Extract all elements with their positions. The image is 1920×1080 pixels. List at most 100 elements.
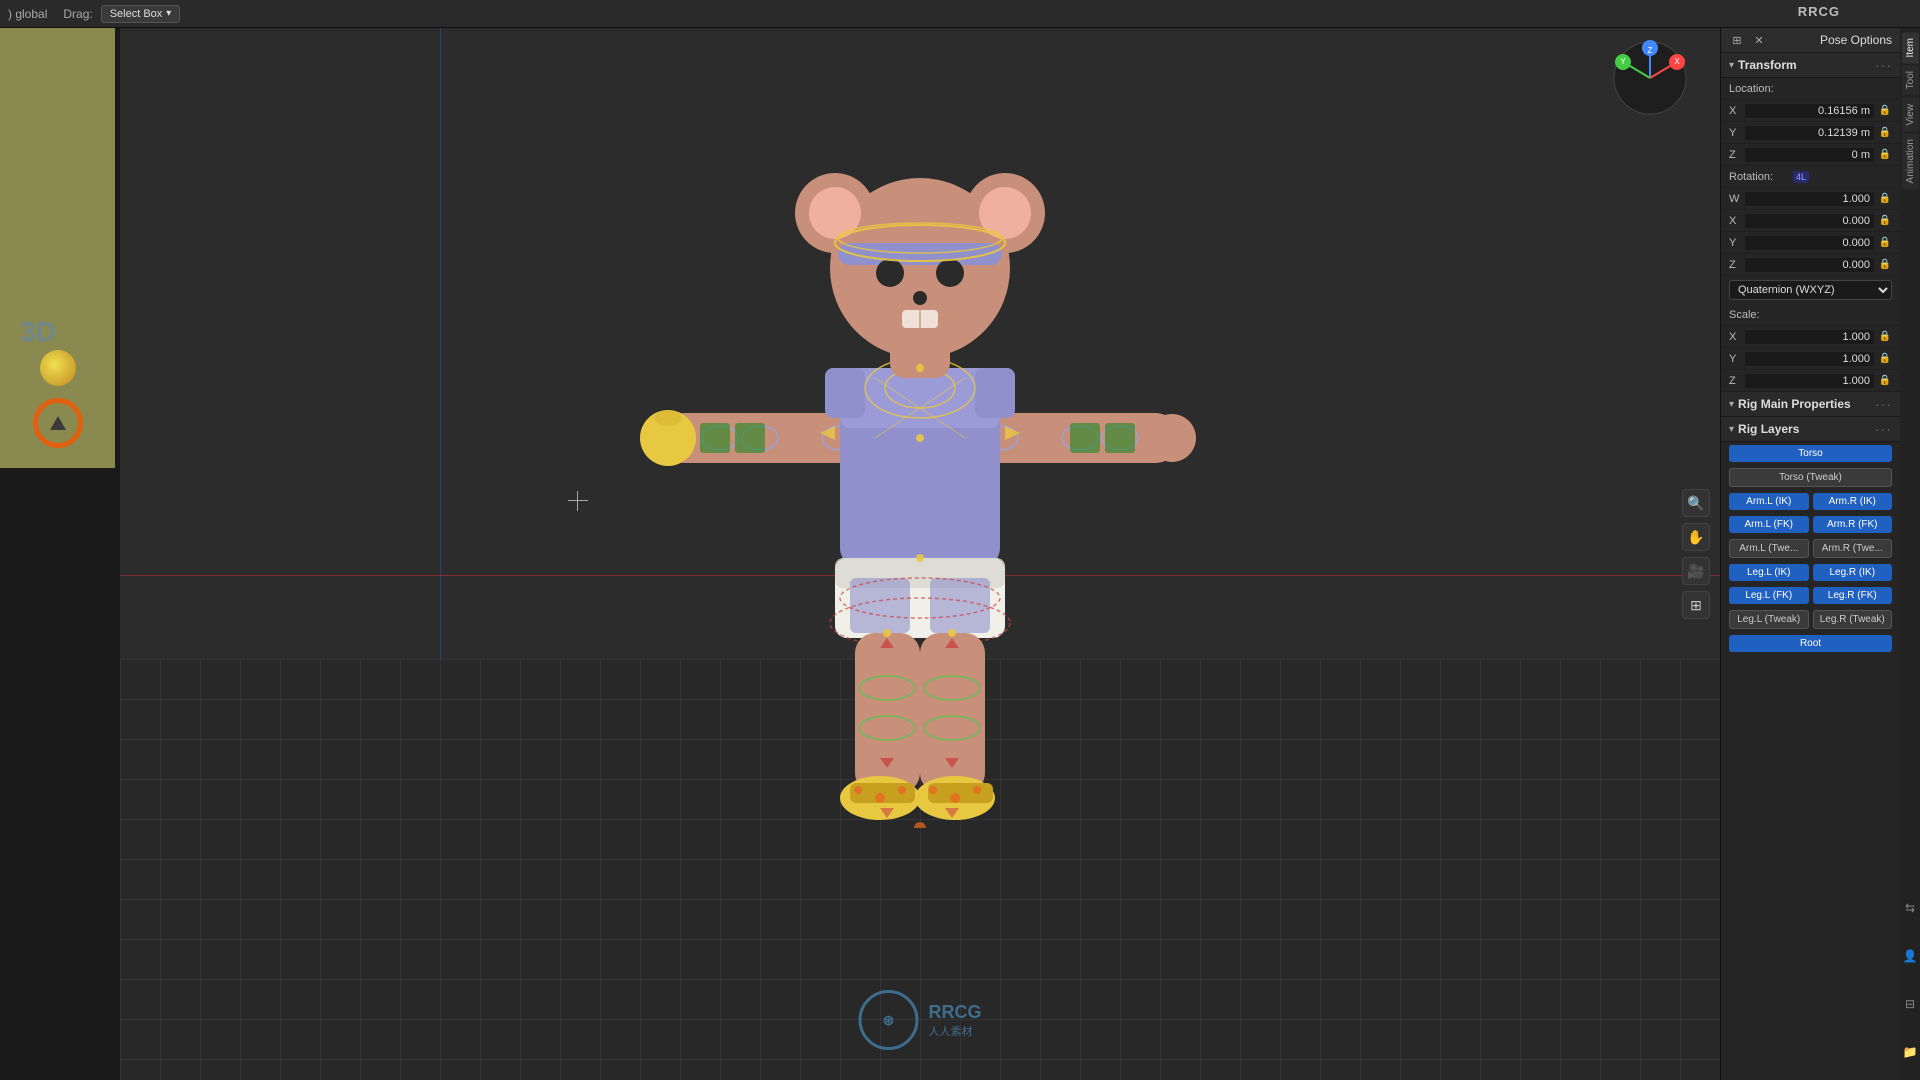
vp-tool-magnify[interactable]: 🔍 (1682, 489, 1710, 517)
rotation-badge: 4L (1793, 171, 1809, 183)
rig-btn-leg-r-tweak[interactable]: Leg.R (Tweak) (1813, 610, 1893, 629)
rig-layers-chevron: ▾ (1729, 424, 1734, 435)
svg-text:Z: Z (1648, 46, 1653, 55)
scale-label-row: Scale: (1721, 304, 1900, 326)
scale-x-value[interactable]: 1.000 (1745, 330, 1874, 344)
header-grid-icon[interactable]: ⊞ (1729, 32, 1745, 48)
strip-icon-person[interactable]: 👤 (1902, 948, 1918, 964)
rig-btn-root[interactable]: Root (1729, 635, 1892, 652)
loc-y-lock[interactable]: 🔒 (1878, 126, 1892, 140)
watermark-logo-text: ⊛ (883, 1012, 895, 1029)
tab-tool[interactable]: Tool (1902, 65, 1919, 95)
preview-icon-sphere (40, 350, 76, 386)
rot-w-lock[interactable]: 🔒 (1878, 192, 1892, 206)
vp-tool-grid[interactable]: ⊞ (1682, 591, 1710, 619)
rig-btn-arm-l-tweak[interactable]: Arm.L (Twe... (1729, 539, 1809, 558)
mode-label: ) global (8, 7, 47, 21)
rig-btn-arm-l-fk[interactable]: Arm.L (FK) (1729, 516, 1809, 533)
rot-x-lock[interactable]: 🔒 (1878, 214, 1892, 228)
rig-btn-torso[interactable]: Torso (1729, 445, 1892, 462)
rig-main-props-header[interactable]: ▾ Rig Main Properties ··· (1721, 392, 1900, 417)
scale-z-axis: Z (1729, 375, 1745, 387)
rot-x-axis: X (1729, 215, 1745, 227)
loc-y-axis: Y (1729, 127, 1745, 139)
rig-arm-tweak-row: Arm.L (Twe... Arm.R (Twe... (1721, 536, 1900, 561)
vp-tool-hand[interactable]: ✋ (1682, 523, 1710, 551)
rig-arm-ik-row: Arm.L (IK) Arm.R (IK) (1721, 490, 1900, 513)
loc-z-value[interactable]: 0 m (1745, 148, 1874, 162)
viewport[interactable]: Z X Y 🔍 ✋ 🎥 ⊞ ⊛ RRCG 人人素材 (120, 28, 1720, 1080)
scale-x-lock[interactable]: 🔒 (1878, 330, 1892, 344)
watermark-logo-circle: ⊛ (859, 990, 919, 1050)
watermark: ⊛ RRCG 人人素材 (859, 990, 982, 1050)
far-right-strip: ⇆ 👤 ⊟ 📁 (1900, 880, 1920, 1080)
transform-dots: ··· (1875, 57, 1892, 73)
rot-w-value[interactable]: 1.000 (1745, 192, 1874, 206)
scale-z-lock[interactable]: 🔒 (1878, 374, 1892, 388)
loc-x-axis: X (1729, 105, 1745, 117)
pose-options-header: ⊞ ✕ Pose Options (1721, 28, 1900, 53)
scale-y-row: Y 1.000 🔒 (1721, 348, 1900, 370)
scale-y-lock[interactable]: 🔒 (1878, 352, 1892, 366)
loc-x-lock[interactable]: 🔒 (1878, 104, 1892, 118)
preview-icon-triangle (50, 416, 66, 430)
quaternion-select[interactable]: Quaternion (WXYZ) (1729, 280, 1892, 300)
rotation-label: Rotation: (1729, 171, 1789, 183)
character-area (570, 58, 1270, 838)
preview-panel: 3D (0, 28, 115, 468)
axis-gizmo[interactable]: Z X Y (1610, 38, 1690, 121)
strip-icon-sliders[interactable]: ⊟ (1902, 996, 1918, 1012)
rig-main-title: Rig Main Properties (1738, 397, 1851, 411)
pose-options-title: Pose Options (1820, 33, 1892, 47)
rig-leg-tweak-row: Leg.L (Tweak) Leg.R (Tweak) (1721, 607, 1900, 632)
rotation-w-row: W 1.000 🔒 (1721, 188, 1900, 210)
rot-y-lock[interactable]: 🔒 (1878, 236, 1892, 250)
scale-z-value[interactable]: 1.000 (1745, 374, 1874, 388)
rig-leg-ik-row: Leg.L (IK) Leg.R (IK) (1721, 561, 1900, 584)
tab-item[interactable]: Item (1902, 32, 1919, 63)
tab-animation[interactable]: Animation (1902, 133, 1919, 189)
rig-main-chevron: ▾ (1729, 399, 1734, 410)
rig-btn-leg-r-ik[interactable]: Leg.R (IK) (1813, 564, 1893, 581)
location-z-row: Z 0 m 🔒 (1721, 144, 1900, 166)
header-close-icon[interactable]: ✕ (1751, 32, 1767, 48)
loc-z-axis: Z (1729, 149, 1745, 161)
rig-btn-leg-l-ik[interactable]: Leg.L (IK) (1729, 564, 1809, 581)
rig-btn-arm-l-ik[interactable]: Arm.L (IK) (1729, 493, 1809, 510)
vp-tool-camera[interactable]: 🎥 (1682, 557, 1710, 585)
rot-z-axis: Z (1729, 259, 1745, 271)
transform-chevron: ▾ (1729, 60, 1734, 71)
loc-y-value[interactable]: 0.12139 m (1745, 126, 1874, 140)
watermark-sub: 人人素材 (929, 1023, 982, 1039)
loc-x-value[interactable]: 0.16156 m (1745, 104, 1874, 118)
rig-btn-arm-r-fk[interactable]: Arm.R (FK) (1813, 516, 1893, 533)
strip-icon-folder[interactable]: 📁 (1902, 1044, 1918, 1060)
header-left-icons: ⊞ ✕ (1729, 32, 1767, 48)
location-label-row: Location: (1721, 78, 1900, 100)
tab-view[interactable]: View (1902, 98, 1919, 132)
rot-z-value[interactable]: 0.000 (1745, 258, 1874, 272)
scale-y-value[interactable]: 1.000 (1745, 352, 1874, 366)
rig-btn-arm-r-ik[interactable]: Arm.R (IK) (1813, 493, 1893, 510)
strip-icon-arrows[interactable]: ⇆ (1902, 900, 1918, 916)
rig-btn-leg-r-fk[interactable]: Leg.R (FK) (1813, 587, 1893, 604)
rot-y-value[interactable]: 0.000 (1745, 236, 1874, 250)
watermark-rrcg: RRCG (929, 1002, 982, 1023)
rig-btn-leg-l-fk[interactable]: Leg.L (FK) (1729, 587, 1809, 604)
rot-z-lock[interactable]: 🔒 (1878, 258, 1892, 272)
location-y-row: Y 0.12139 m 🔒 (1721, 122, 1900, 144)
rrcg-logo-top: RRCG (1798, 4, 1840, 19)
rotation-y-row: Y 0.000 🔒 (1721, 232, 1900, 254)
select-box-button[interactable]: Select Box (101, 5, 181, 23)
loc-z-lock[interactable]: 🔒 (1878, 148, 1892, 162)
rig-btn-torso-tweak[interactable]: Torso (Tweak) (1729, 468, 1892, 487)
rot-x-value[interactable]: 0.000 (1745, 214, 1874, 228)
rig-layers-dots: ··· (1875, 421, 1892, 437)
rig-btn-leg-l-tweak[interactable]: Leg.L (Tweak) (1729, 610, 1809, 629)
rotation-x-row: X 0.000 🔒 (1721, 210, 1900, 232)
rig-btn-arm-r-tweak[interactable]: Arm.R (Twe... (1813, 539, 1893, 558)
transform-section-header[interactable]: ▾ Transform ··· (1721, 53, 1900, 78)
rig-layers-header[interactable]: ▾ Rig Layers ··· (1721, 417, 1900, 442)
scale-label: Scale: (1729, 309, 1789, 321)
rotation-z-row: Z 0.000 🔒 (1721, 254, 1900, 276)
